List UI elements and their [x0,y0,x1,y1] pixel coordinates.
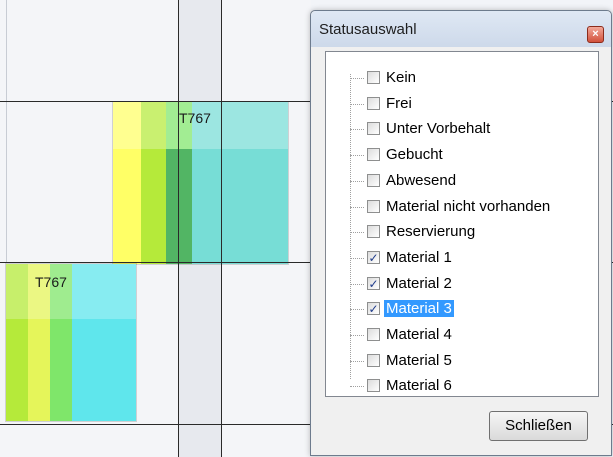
close-icon[interactable]: × [587,26,604,43]
status-item[interactable]: Reservierung [350,222,590,244]
status-checkbox[interactable] [367,122,380,136]
status-item[interactable]: ✓ Material 2 [350,274,590,296]
status-item[interactable]: Material 6 [350,376,590,398]
status-item[interactable]: ✓ Material 3 [350,299,590,321]
tree-connector [350,257,364,259]
booking-label: T767 [35,274,67,290]
status-item[interactable]: Gebucht [350,145,590,167]
status-item[interactable]: Frei [350,94,590,116]
status-item[interactable]: Kein [350,68,590,90]
booking-header-overlay [6,264,136,319]
status-item[interactable]: ✓ Material 1 [350,248,590,270]
close-button[interactable]: Schließen [489,411,588,441]
booking-label: T767 [179,110,211,126]
status-item-label: Material 2 [386,274,452,292]
status-checkbox[interactable] [367,379,380,393]
grid-line [6,0,7,263]
grid-line [221,0,222,457]
status-checkbox[interactable] [367,96,380,110]
status-checkbox[interactable] [367,225,380,239]
checkmark-icon: ✓ [368,250,379,265]
status-item-label: Material 4 [386,326,452,343]
status-checkbox[interactable] [367,353,380,367]
status-item[interactable]: Abwesend [350,171,590,193]
status-tree-list[interactable]: Kein Frei Unter Vorbehalt Gebucht Abwesend Ma… [325,51,599,397]
booking-block-lower[interactable]: T767 [5,263,137,422]
tree-connector [350,309,364,311]
status-dialog: Statusauswahl × Kein Frei Unter Vorbehalt G… [310,10,612,456]
tree-connector [350,206,364,208]
tree-connector [350,386,364,388]
grid-line [178,0,179,457]
tree-connector [350,103,364,105]
status-item-label: Material 3 [384,300,454,318]
tree-connector [350,180,364,182]
status-item-label: Material 6 [386,377,452,395]
status-item[interactable]: Unter Vorbehalt [350,119,590,141]
status-checkbox[interactable] [367,71,380,84]
status-item[interactable]: Material nicht vorhanden [350,197,590,219]
tree-connector [350,283,364,285]
checkmark-icon: ✓ [368,302,379,317]
dialog-titlebar[interactable]: Statusauswahl × [311,11,611,47]
booking-overlap [166,149,192,264]
status-item-label: Reservierung [386,223,476,241]
status-checkbox[interactable]: ✓ [367,302,380,317]
tree-connector [350,155,364,157]
status-checkbox[interactable]: ✓ [367,276,380,291]
status-item-label: Gebucht [386,146,443,164]
status-item-label: Unter Vorbehalt [386,120,491,138]
status-item-label: Abwesend [386,171,457,189]
status-item-label: Material 1 [386,248,452,266]
dialog-title: Statusauswahl [319,21,417,38]
status-item-label: Material 5 [386,351,452,369]
tree-connector [350,129,364,131]
checkmark-icon: ✓ [368,276,379,291]
tree-connector [350,78,364,79]
booking-block-upper[interactable]: T767 [112,101,289,265]
tree-connector [350,335,364,336]
status-checkbox[interactable] [367,328,380,341]
status-checkbox[interactable]: ✓ [367,250,380,265]
status-item[interactable]: Material 5 [350,351,590,373]
status-item-label: Kein [386,69,417,86]
status-checkbox[interactable] [367,148,380,162]
status-item-label: Material nicht vorhanden [386,197,551,215]
status-checkbox[interactable] [367,199,380,213]
tree-connector [350,360,364,362]
status-item-label: Frei [386,94,412,112]
tree-connector [350,232,364,234]
status-item[interactable]: Material 4 [350,325,590,347]
status-checkbox[interactable] [367,173,380,187]
